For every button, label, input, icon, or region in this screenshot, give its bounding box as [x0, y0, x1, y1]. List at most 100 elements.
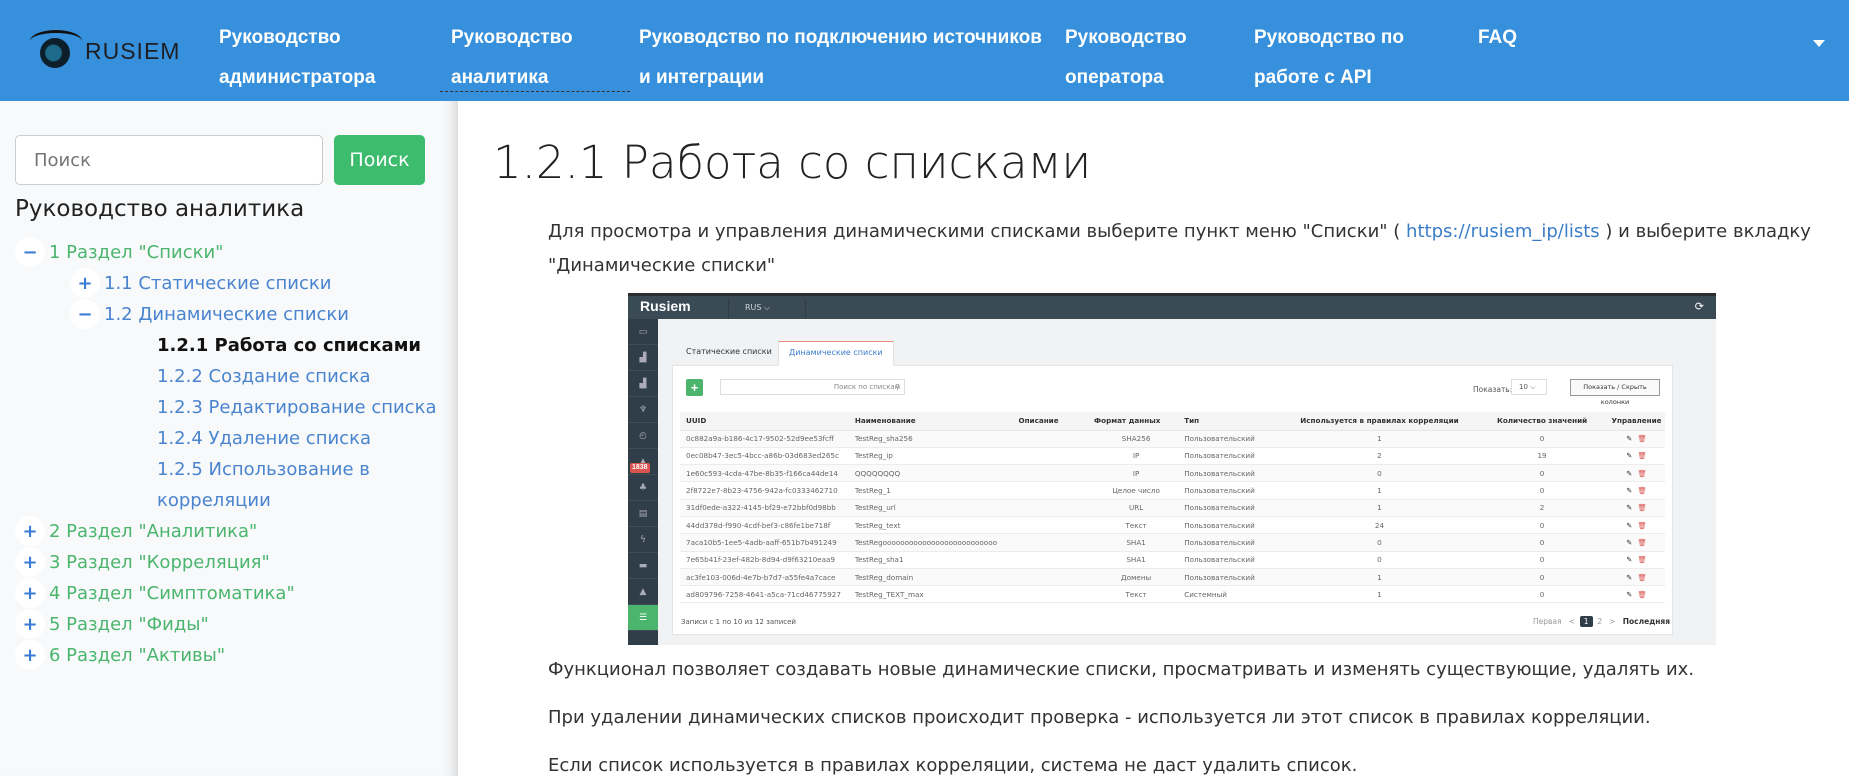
- delete-icon: 🗑: [1637, 589, 1647, 599]
- table-cell: TestRegoooooooooooooooooooooooooo: [848, 533, 1013, 552]
- delete-icon: 🗑: [1637, 503, 1647, 513]
- tree-item[interactable]: +4 Раздел "Симптоматика": [15, 578, 295, 609]
- table-cell: 1: [1276, 481, 1477, 500]
- lists-link[interactable]: https://rusiem_ip/lists: [1406, 221, 1600, 242]
- tree-item-label: 1.2.5 Использование в: [157, 459, 370, 480]
- table-cell: [1012, 499, 1088, 517]
- sidebar-title: Руководство аналитика: [15, 196, 305, 222]
- nav-faq[interactable]: FAQ: [1478, 18, 1517, 58]
- nav-sources-guide[interactable]: Руководство по подключению источников и и…: [639, 18, 1042, 98]
- page-first: Первая: [1533, 617, 1562, 626]
- collapse-icon[interactable]: −: [15, 237, 45, 267]
- table-row: 7aca10b5-1ee5-4adb-aaff-651b7b491249 Test…: [680, 533, 1665, 552]
- table-cell: Пользовательский: [1178, 499, 1277, 517]
- column-header: Управление: [1602, 412, 1665, 431]
- expand-icon[interactable]: +: [15, 640, 45, 670]
- expand-icon[interactable]: +: [15, 547, 45, 577]
- tree-item-label: 1.2.3 Редактирование списка: [157, 397, 437, 418]
- expand-icon[interactable]: +: [70, 268, 100, 298]
- table-cell: IP: [1088, 447, 1179, 466]
- table-cell: TestReg_text: [848, 516, 1013, 535]
- collapse-icon[interactable]: −: [70, 299, 100, 329]
- table-cell: 0: [1476, 585, 1602, 604]
- nav-label: администратора: [219, 67, 376, 88]
- table-cell: [1012, 551, 1088, 569]
- row-actions: ✎ 🗑: [1602, 481, 1665, 500]
- nav-analyst-guide[interactable]: Руководство аналитика: [440, 18, 630, 92]
- nav-api-guide[interactable]: Руководство по работе с API: [1254, 18, 1404, 98]
- dynamic-lists-screenshot: Rusiem RUS ⌵ ⟳ ▭ ▟ ▟ ♆ ◴ ▲ ♣ ▤ ϟ ▬ ▲ ☰ 1…: [628, 293, 1716, 645]
- row-actions: ✎ 🗑: [1602, 447, 1665, 466]
- table-cell: URL: [1088, 499, 1179, 517]
- table-row: 0c882a9a-b186-4c17-9502-52d9ee53fcff Test…: [680, 430, 1665, 448]
- table-cell: TestReg_ip: [848, 447, 1013, 466]
- table-cell: 0: [1476, 430, 1602, 448]
- chart-icon: ▟: [628, 371, 658, 397]
- row-actions: ✎ 🗑: [1602, 430, 1665, 448]
- paragraph: Если список используется в правилах корр…: [548, 755, 1358, 776]
- intro-paragraph: Для просмотра и управления динамическими…: [548, 215, 1849, 283]
- table-cell: Пользовательский: [1178, 568, 1277, 587]
- table-cell: Пользовательский: [1178, 430, 1277, 448]
- table-cell: TestReg_domain: [848, 568, 1013, 587]
- tree-item-label: 1.2.1 Работа со списками: [157, 335, 422, 356]
- table-cell: 2: [1276, 447, 1477, 466]
- tree-item-label: 1.2.4 Удаление списка: [157, 428, 371, 449]
- tree-item[interactable]: +1.1 Статические списки: [70, 268, 331, 299]
- search-button[interactable]: Поиск: [334, 135, 425, 185]
- intro-text: "Динамические списки": [548, 255, 776, 276]
- pagination: Первая < 1 2 > Последняя: [1533, 616, 1670, 627]
- lists-table: UUID Наименование Описание Формат данных Тип…: [680, 412, 1665, 604]
- refresh-icon: ⟳: [1694, 300, 1704, 313]
- delete-icon: 🗑: [1637, 434, 1647, 444]
- expand-icon[interactable]: +: [15, 609, 45, 639]
- tree-item[interactable]: +3 Раздел "Корреляция": [15, 547, 270, 578]
- tree-item-label: 4 Раздел "Симптоматика": [49, 583, 295, 604]
- expand-icon[interactable]: +: [15, 516, 45, 546]
- table-cell: SHA256: [1088, 430, 1179, 448]
- tree-item[interactable]: 1.2.3 Редактирование списка: [157, 392, 436, 423]
- tree-item[interactable]: 1.2.5 Использование в корреляции: [157, 454, 370, 516]
- edit-icon: ✎: [1626, 468, 1633, 478]
- tree-item[interactable]: +2 Раздел "Аналитика": [15, 516, 257, 547]
- rusiem-logo[interactable]: RUSIEM: [30, 30, 200, 70]
- table-cell: [1012, 464, 1088, 483]
- table-cell: 0: [1476, 464, 1602, 483]
- tree-item[interactable]: +6 Раздел "Активы": [15, 640, 225, 671]
- table-cell: 1: [1276, 430, 1477, 448]
- column-header: Формат данных: [1088, 412, 1179, 431]
- table-cell: Пользовательский: [1178, 464, 1277, 483]
- expand-icon[interactable]: +: [15, 578, 45, 608]
- table-cell: [1012, 516, 1088, 535]
- column-header: Наименование: [848, 412, 1013, 431]
- paragraph: Функционал позволяет создавать новые дин…: [548, 659, 1695, 680]
- logo-text: RUSIEM: [85, 38, 181, 64]
- caret-down-icon[interactable]: [1813, 40, 1825, 47]
- tree-item[interactable]: +5 Раздел "Фиды": [15, 609, 209, 640]
- edit-icon: ✎: [1626, 572, 1633, 582]
- toggle-columns-button: Показать / Скрыть колонки: [1570, 379, 1660, 406]
- row-actions: ✎ 🗑: [1602, 499, 1665, 517]
- edit-icon: ✎: [1626, 589, 1633, 599]
- tree-item[interactable]: −1.2 Динамические списки: [70, 299, 349, 330]
- tree-item[interactable]: 1.2.2 Создание списка: [157, 361, 371, 392]
- truck-icon: ▬: [628, 553, 658, 579]
- nav-operator-guide[interactable]: Руководство оператора: [1065, 18, 1187, 98]
- table-cell: IP: [1088, 464, 1179, 483]
- search-input[interactable]: [15, 135, 323, 185]
- delete-icon: 🗑: [1637, 520, 1647, 530]
- table-cell: 1: [1276, 568, 1477, 587]
- tree-item-label: 2 Раздел "Аналитика": [49, 521, 258, 542]
- table-cell: Пользовательский: [1178, 516, 1277, 535]
- nav-admin-guide[interactable]: Руководство администратора: [219, 18, 375, 98]
- edit-icon: ✎: [1626, 486, 1633, 496]
- tree-item[interactable]: 1.2.4 Удаление списка: [157, 423, 371, 454]
- tree-item-label: 1 Раздел "Списки": [49, 242, 224, 263]
- table-cell: 31df0ede-a322-4145-bf29-e72bbf0d98bb: [680, 499, 849, 517]
- column-header: Описание: [1012, 412, 1088, 431]
- tree-item[interactable]: 1.2.1 Работа со списками: [157, 330, 421, 361]
- table-cell: 1: [1276, 585, 1477, 604]
- tree-item-label: 5 Раздел "Фиды": [49, 614, 209, 635]
- page-prev: <: [1568, 617, 1575, 626]
- tree-item[interactable]: −1 Раздел "Списки": [15, 237, 223, 268]
